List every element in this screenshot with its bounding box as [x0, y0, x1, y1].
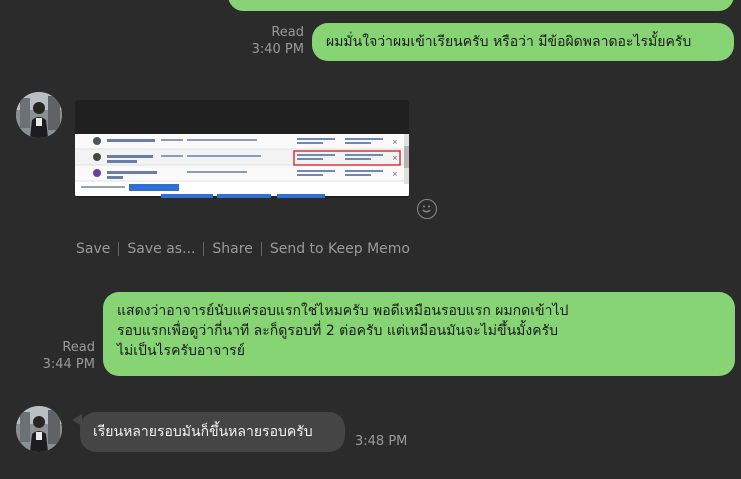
screenshot-thumbnail: × × × [75, 100, 409, 198]
message-text: ผมมั่นใจว่าผมเข้าเรียนครับ หรือว่า มีข้อ… [326, 34, 692, 50]
contact-avatar[interactable] [16, 406, 62, 452]
read-label: Read [62, 340, 95, 355]
message-time: 3:48 PM [355, 434, 408, 449]
action-divider [118, 242, 120, 256]
message-bubble-sent-partial[interactable] [228, 0, 734, 11]
share-link[interactable]: Share [212, 241, 252, 257]
smiley-face-glyph [422, 205, 431, 213]
message-bubble-sent[interactable]: แสดงว่าอาจารย์นับแค่รอบแรกใช่ไหมครับ พอด… [103, 292, 735, 376]
message-text: เรียนหลายรอบมันก็ขึ้นหลายรอบครับ [93, 424, 313, 440]
message-line-2: รอบแรกเพื่อดูว่ากี่นาที ละก็ดูรอบที่ 2 ต… [117, 323, 558, 339]
svg-text:×: × [392, 138, 398, 146]
message-time: 3:44 PM [42, 357, 95, 372]
read-label: Read [271, 25, 304, 40]
read-receipt: Read 3:40 PM [240, 24, 304, 58]
message-line-3: ไม่เป็นไรครับอาจารย์ [117, 343, 245, 359]
image-actions: Save Save as... Share Send to Keep Memo [76, 241, 410, 257]
image-message[interactable]: × × × [75, 100, 409, 198]
save-link[interactable]: Save [76, 241, 110, 257]
svg-text:×: × [392, 154, 398, 162]
save-as-link[interactable]: Save as... [127, 241, 195, 257]
avatar-photo [16, 406, 62, 452]
contact-avatar[interactable] [16, 92, 62, 138]
action-divider [203, 242, 205, 256]
message-line-1: แสดงว่าอาจารย์นับแค่รอบแรกใช่ไหมครับ พอด… [117, 303, 569, 319]
message-bubble-received[interactable]: เรียนหลายรอบมันก็ขึ้นหลายรอบครับ [80, 412, 345, 452]
send-to-keep-memo-link[interactable]: Send to Keep Memo [270, 241, 410, 257]
read-receipt: Read 3:44 PM [30, 339, 95, 373]
action-divider [260, 242, 262, 256]
message-bubble-sent[interactable]: ผมมั่นใจว่าผมเข้าเรียนครับ หรือว่า มีข้อ… [312, 23, 734, 61]
smiley-face-icon[interactable] [417, 199, 437, 219]
avatar-photo [16, 92, 62, 138]
svg-text:×: × [392, 170, 398, 178]
message-time: 3:40 PM [251, 42, 304, 57]
